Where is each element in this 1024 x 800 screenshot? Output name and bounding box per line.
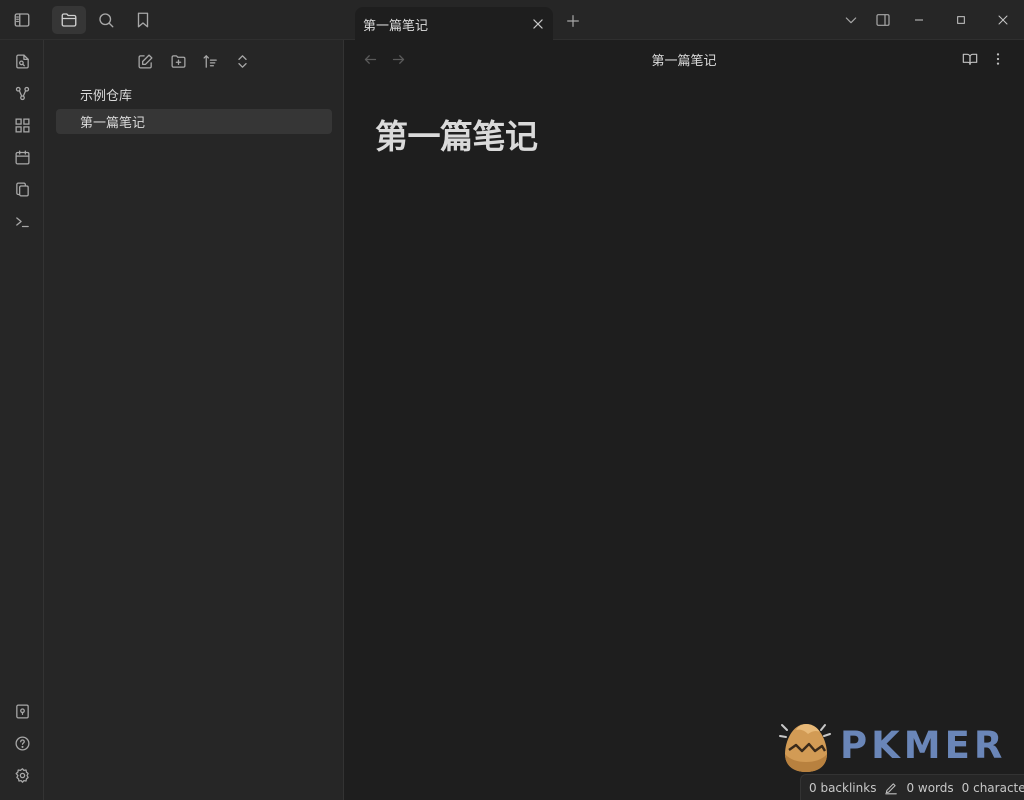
files-view-button[interactable] (52, 6, 86, 34)
folder-plus-icon (170, 54, 186, 68)
book-open-icon (962, 53, 978, 65)
close-window-button[interactable] (983, 6, 1023, 34)
tree-item-label: 第一篇笔记 (80, 116, 146, 131)
terminal-icon (15, 216, 29, 227)
character-count: 0 characters (961, 780, 1024, 795)
minimize-icon (915, 19, 923, 21)
editor-pane: 第一篇笔记 第一篇笔记 (344, 40, 1024, 800)
maximize-icon (957, 16, 965, 24)
close-icon (533, 19, 543, 29)
bookmark-icon (137, 12, 149, 28)
sidebar-left-icon (14, 13, 30, 27)
tab-title: 第一篇笔记 (363, 18, 429, 34)
open-daily-note-button[interactable] (7, 142, 37, 172)
plus-icon (567, 15, 579, 27)
new-tab-button[interactable] (560, 8, 586, 34)
title-bar: 第一篇笔记 (0, 0, 1024, 41)
chevron-down-icon (845, 17, 857, 24)
search-view-button[interactable] (89, 6, 123, 34)
navigate-forward-button[interactable] (386, 48, 410, 70)
reading-view-button[interactable] (957, 48, 983, 70)
gear-icon (15, 767, 29, 783)
file-search-icon (15, 53, 29, 69)
tree-item-label: 示例仓库 (80, 89, 133, 104)
status-bar: 0 backlinks 0 words 0 characters (800, 774, 1024, 800)
expand-all-button[interactable] (228, 48, 256, 74)
calendar-icon (14, 149, 30, 165)
vault-icon (15, 703, 29, 719)
folder-icon (61, 13, 77, 27)
pkmer-logo-text: PKMER (840, 724, 1007, 767)
arrow-right-icon (392, 54, 404, 64)
help-icon (14, 735, 30, 751)
open-canvas-button[interactable] (7, 110, 37, 140)
tree-item-note[interactable]: 第一篇笔记 (56, 109, 332, 134)
new-note-button[interactable] (131, 48, 159, 74)
file-explorer: 示例仓库 第一篇笔记 (44, 40, 344, 800)
file-explorer-toolbar (44, 40, 344, 82)
insert-template-button[interactable] (7, 174, 37, 204)
settings-button[interactable] (7, 760, 37, 790)
toggle-left-sidebar-button[interactable] (5, 6, 39, 34)
navigate-back-button[interactable] (358, 48, 382, 70)
graph-icon (15, 86, 29, 100)
minimize-button[interactable] (899, 6, 939, 34)
word-count: 0 words (906, 780, 954, 795)
open-graph-view-button[interactable] (7, 78, 37, 108)
ribbon (0, 40, 44, 800)
egg-mascot-icon (779, 724, 831, 772)
view-header-title[interactable]: 第一篇笔记 (344, 40, 1024, 78)
open-another-vault-button[interactable] (7, 696, 37, 726)
sort-ascending-icon (202, 54, 217, 68)
bookmarks-view-button[interactable] (126, 6, 160, 34)
help-button[interactable] (7, 728, 37, 758)
close-icon (998, 15, 1008, 25)
layout-grid-icon (14, 117, 30, 133)
more-vertical-icon (996, 53, 1000, 65)
note-inline-title[interactable]: 第一篇笔记 (375, 110, 538, 158)
copy-icon (15, 181, 29, 197)
vault-root-folder[interactable]: 示例仓库 (56, 82, 332, 107)
edit-icon (137, 53, 153, 69)
open-quick-switcher-button[interactable] (7, 46, 37, 76)
more-options-button[interactable] (985, 48, 1011, 70)
backlinks-count[interactable]: 0 backlinks (809, 781, 876, 795)
maximize-button[interactable] (941, 6, 981, 34)
arrow-left-icon (364, 54, 376, 64)
pkmer-logo: PKMER (778, 720, 1004, 776)
toggle-right-sidebar-button[interactable] (863, 6, 903, 34)
editing-mode-icon[interactable] (884, 781, 898, 795)
view-header: 第一篇笔记 (344, 40, 1024, 78)
new-folder-button[interactable] (164, 48, 192, 74)
sidebar-right-icon (876, 14, 890, 26)
search-icon (99, 13, 114, 28)
tab-close-button[interactable] (525, 11, 551, 37)
chevrons-up-down-icon (237, 54, 247, 68)
change-sort-order-button[interactable] (196, 48, 224, 74)
open-command-palette-button[interactable] (7, 206, 37, 236)
tab-active-note[interactable]: 第一篇笔记 (355, 7, 553, 41)
